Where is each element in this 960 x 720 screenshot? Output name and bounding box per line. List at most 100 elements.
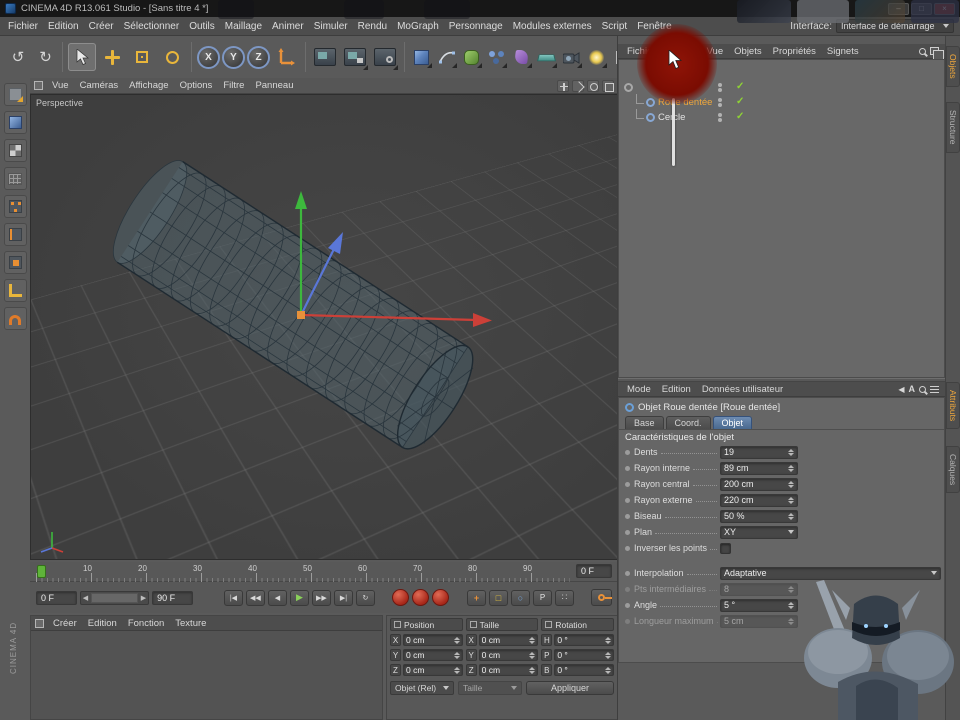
record-scale-toggle[interactable]: □	[489, 590, 508, 606]
polygons-mode-button[interactable]	[4, 251, 27, 274]
scale-tool-button[interactable]	[128, 43, 156, 71]
points-mode-button[interactable]	[4, 195, 27, 218]
spinner-icon[interactable]	[454, 667, 460, 674]
environment-button[interactable]	[535, 45, 558, 69]
spinner-icon[interactable]	[605, 667, 611, 674]
menu-personnage[interactable]: Personnage	[444, 18, 508, 35]
search-icon[interactable]	[919, 386, 926, 393]
position-z-field[interactable]: 0 cm	[403, 664, 463, 676]
move-tool-button[interactable]	[98, 43, 126, 71]
plan-dropdown[interactable]: XY	[720, 526, 798, 539]
view-orbit-icon[interactable]	[587, 80, 599, 92]
position-header[interactable]: Position	[390, 618, 463, 631]
spinner-icon[interactable]	[788, 449, 794, 456]
om-menu-objets[interactable]: Objets	[729, 44, 766, 59]
rayon-externe-field[interactable]: 220 cm	[720, 494, 798, 507]
spinner-icon[interactable]	[454, 637, 460, 644]
anim-toggle-icon[interactable]	[625, 482, 630, 487]
visibility-dots-icon[interactable]	[718, 113, 722, 122]
record-parameter-toggle[interactable]: P	[533, 590, 552, 606]
rotation-header[interactable]: Rotation	[541, 618, 614, 631]
search-icon[interactable]	[919, 48, 926, 55]
menu-edition[interactable]: Edition	[43, 18, 84, 35]
angle-field[interactable]: 5 °	[720, 599, 798, 612]
om-menu-signets[interactable]: Signets	[822, 44, 864, 59]
am-menu-mode[interactable]: Mode	[622, 382, 656, 397]
goto-start-button[interactable]: |◀	[224, 590, 243, 606]
menu-maillage[interactable]: Maillage	[220, 18, 267, 35]
previous-frame-button[interactable]: ◀	[268, 590, 287, 606]
keying-settings-button[interactable]	[591, 589, 612, 606]
loop-button[interactable]: ↻	[356, 590, 375, 606]
position-x-field[interactable]: 0 cm	[403, 634, 463, 646]
anim-toggle-icon[interactable]	[625, 498, 630, 503]
menu-modules-externes[interactable]: Modules externes	[508, 18, 597, 35]
model-mode-button[interactable]	[4, 111, 27, 134]
anim-toggle-icon[interactable]	[625, 450, 630, 455]
snapping-button[interactable]	[4, 307, 27, 330]
redo-button[interactable]: ↻	[34, 45, 57, 69]
spinner-icon[interactable]	[605, 637, 611, 644]
materials-menu-edition[interactable]: Edition	[83, 616, 122, 631]
scale-z-field[interactable]: 0 cm	[479, 664, 539, 676]
record-rotation-toggle[interactable]: ○	[511, 590, 530, 606]
spinner-icon[interactable]	[454, 652, 460, 659]
object-manager[interactable]: ✓ Roue dentée ✓ Cercle ✓	[618, 59, 945, 378]
spinner-icon[interactable]	[788, 465, 794, 472]
view-pan-icon[interactable]	[557, 80, 569, 92]
texture-mode-button[interactable]	[4, 139, 27, 162]
range-end-field[interactable]: 90 F	[152, 591, 193, 605]
viewport-menu-filtre[interactable]: Filtre	[218, 78, 249, 93]
subdivision-surface-button[interactable]	[460, 45, 483, 69]
materials-window-icon[interactable]	[35, 619, 44, 628]
lock-z-button[interactable]: Z	[247, 46, 270, 69]
anim-toggle-icon[interactable]	[625, 546, 630, 551]
viewport-menu-cameras[interactable]: Caméras	[75, 78, 124, 93]
spinner-icon[interactable]	[788, 481, 794, 488]
spinner-icon[interactable]	[529, 652, 535, 659]
rotation-h-field[interactable]: 0 °	[554, 634, 614, 646]
cube-primitive-button[interactable]	[410, 45, 433, 69]
viewport[interactable]: Perspective	[30, 94, 618, 560]
lock-y-button[interactable]: Y	[222, 46, 245, 69]
anim-toggle-icon[interactable]	[625, 530, 630, 535]
anim-toggle-icon[interactable]	[625, 466, 630, 471]
menu-fichier[interactable]: Fichier	[3, 18, 43, 35]
enable-axis-button[interactable]	[4, 279, 27, 302]
view-toggle-icon[interactable]	[602, 80, 614, 92]
range-start-field[interactable]: 0 F	[36, 591, 77, 605]
timeline-ruler[interactable]: 10 20 30 40 50 60 70 80 90	[36, 562, 570, 582]
current-frame-field[interactable]: 0 F	[576, 564, 612, 578]
viewport-menu-vue[interactable]: Vue	[47, 78, 74, 93]
menu-creer[interactable]: Créer	[84, 18, 119, 35]
selection-tool-button[interactable]	[68, 43, 96, 71]
biseau-field[interactable]: 50 %	[720, 510, 798, 523]
menu-mograph[interactable]: MoGraph	[392, 18, 444, 35]
tab-coord[interactable]: Coord.	[666, 416, 711, 429]
layers-icon[interactable]	[930, 47, 939, 55]
viewport-menu-affichage[interactable]: Affichage	[124, 78, 173, 93]
materials-menu-texture[interactable]: Texture	[170, 616, 211, 631]
tab-calques[interactable]: Calques	[946, 446, 960, 493]
am-menu-edition[interactable]: Edition	[657, 382, 696, 397]
make-editable-button[interactable]	[4, 83, 27, 106]
am-menu-donnees[interactable]: Données utilisateur	[697, 382, 788, 397]
next-key-button[interactable]: ▶▶	[312, 590, 331, 606]
menu-rendu[interactable]: Rendu	[353, 18, 392, 35]
render-picture-viewer-button[interactable]	[341, 43, 369, 71]
record-pla-toggle[interactable]: ∷	[555, 590, 574, 606]
materials-menu-creer[interactable]: Créer	[48, 616, 82, 631]
visibility-dots-icon[interactable]	[718, 98, 722, 107]
playhead[interactable]	[37, 565, 46, 578]
menu-outils[interactable]: Outils	[184, 18, 220, 35]
render-view-button[interactable]	[311, 43, 339, 71]
scale-y-field[interactable]: 0 cm	[479, 649, 539, 661]
enable-check-icon[interactable]: ✓	[736, 111, 744, 122]
spinner-icon[interactable]	[605, 652, 611, 659]
viewport-menu-panneau[interactable]: Panneau	[250, 78, 298, 93]
anim-toggle-icon[interactable]	[625, 571, 630, 576]
anim-toggle-icon[interactable]	[625, 603, 630, 608]
range-scrollbar[interactable]: ◀ ▶	[80, 591, 149, 605]
rayon-interne-field[interactable]: 89 cm	[720, 462, 798, 475]
light-button[interactable]	[585, 45, 608, 69]
